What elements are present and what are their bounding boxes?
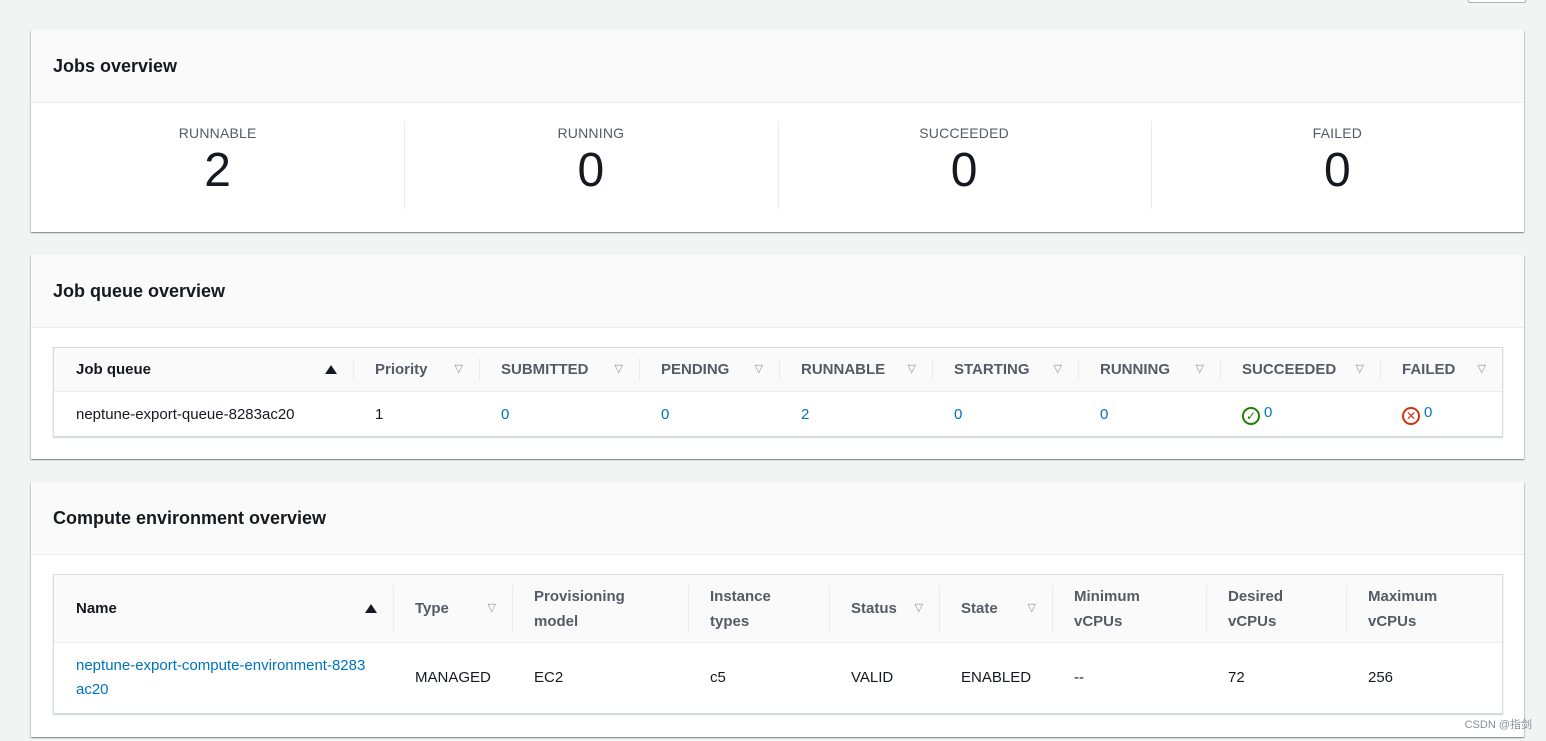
col-priority[interactable]: Priority ▽ [353,348,479,392]
col-label: Name [76,600,117,617]
sort-descending-icon[interactable]: ▽ [908,364,916,375]
col-label: STARTING [954,361,1030,378]
cell-type: MANAGED [415,669,491,686]
sort-ascending-icon[interactable] [325,365,337,374]
col-label: Desired vCPUs [1228,587,1284,630]
job-queue-overview-panel: Job queue overview Job queue Priority ▽ S… [31,255,1524,459]
col-maximum-vcpus: Maximum vCPUs [1346,575,1502,643]
x-circle-icon: ✕ [1402,406,1420,425]
col-provisioning-model: Provisioning model [512,575,688,643]
col-instance-types: Instance types [688,575,829,643]
col-submitted[interactable]: SUBMITTED ▽ [479,348,639,392]
col-label: Job queue [76,361,152,378]
running-link[interactable]: 0 [1100,406,1108,423]
stat-value: 2 [204,144,231,197]
watermark: CSDN @指剑 [1464,719,1532,731]
col-minimum-vcpus: Minimum vCPUs [1052,575,1206,643]
stat-failed: FAILED 0 [1150,103,1524,232]
stat-succeeded: SUCCEEDED 0 [777,103,1151,232]
table-header-row: Name Type ▽ Provisioning model Instance t… [54,575,1502,643]
succeeded-link[interactable]: 0 [1264,404,1272,421]
stat-running: RUNNING 0 [404,103,777,232]
col-label: SUBMITTED [501,361,589,378]
cell-job-queue: neptune-export-queue-8283ac20 [76,405,295,423]
runnable-link[interactable]: 2 [801,406,809,423]
stat-value: 0 [950,144,978,197]
col-name[interactable]: Name [54,575,393,643]
stat-value: 0 [577,144,605,197]
col-label: Minimum vCPUs [1074,587,1140,630]
sort-descending-icon[interactable]: ▽ [1196,364,1204,375]
table-row: neptune-export-queue-8283ac20 1 0 0 2 0 … [54,392,1502,437]
sort-descending-icon[interactable]: ▽ [615,364,623,375]
compute-environment-overview-panel: Compute environment overview Name Type ▽ … [31,482,1524,737]
col-label: Maximum vCPUs [1368,587,1438,630]
sort-descending-icon[interactable]: ▽ [915,603,923,614]
sort-descending-icon[interactable]: ▽ [1478,364,1486,375]
stat-value: 0 [1324,144,1351,197]
col-label: Priority [375,361,428,378]
col-starting[interactable]: STARTING ▽ [932,348,1078,392]
jobs-overview-title: Jobs overview [31,30,1524,103]
stat-runnable: RUNNABLE 2 [31,103,404,232]
col-label: State [961,600,998,617]
job-queue-table: Job queue Priority ▽ SUBMITTED ▽ PENDING ▽ … [53,347,1503,437]
cell-priority: 1 [375,405,384,423]
col-label: Status [851,600,897,617]
stat-label: RUNNING [557,125,625,141]
starting-link[interactable]: 0 [954,406,962,423]
col-label: Type [415,600,449,617]
jobs-overview-panel: Jobs overview RUNNABLE 2 RUNNING 0 SUCCE… [31,30,1524,232]
col-label: Provisioning model [534,587,625,630]
col-label: RUNNING [1100,361,1170,378]
compute-environment-name-link[interactable]: neptune-export-compute-environment-8283a… [76,654,366,702]
cell-status: VALID [851,669,894,686]
cell-maximum-vcpus: 256 [1368,669,1394,686]
stat-label: SUCCEEDED [919,125,1009,141]
cell-instance-types: c5 [710,669,726,686]
job-queue-overview-title: Job queue overview [31,255,1524,328]
sort-descending-icon[interactable]: ▽ [755,364,763,375]
col-label: Instance types [710,587,771,630]
sort-descending-icon[interactable]: ▽ [455,364,463,375]
top-right-button[interactable] [1468,0,1526,3]
sort-descending-icon[interactable]: ▽ [1054,364,1062,375]
col-job-queue[interactable]: Job queue [54,348,353,392]
table-row: neptune-export-compute-environment-8283a… [54,643,1502,714]
pending-link[interactable]: 0 [661,406,669,423]
sort-descending-icon[interactable]: ▽ [1028,603,1036,614]
col-label: SUCCEEDED [1242,361,1337,378]
col-label: PENDING [661,361,730,378]
check-circle-icon: ✓ [1242,406,1260,425]
col-running[interactable]: RUNNING ▽ [1078,348,1220,392]
col-status[interactable]: Status ▽ [829,575,939,643]
jobs-stats: RUNNABLE 2 RUNNING 0 SUCCEEDED 0 FAILED … [31,103,1524,232]
cell-provisioning-model: EC2 [534,669,564,686]
sort-ascending-icon[interactable] [365,604,377,613]
col-runnable[interactable]: RUNNABLE ▽ [779,348,932,392]
col-failed[interactable]: FAILED ▽ [1380,348,1502,392]
stat-label: FAILED [1312,125,1363,141]
compute-environment-table: Name Type ▽ Provisioning model Instance t… [53,574,1503,714]
col-state[interactable]: State ▽ [939,575,1052,643]
sort-descending-icon[interactable]: ▽ [1356,364,1364,375]
col-label: RUNNABLE [801,361,886,378]
submitted-link[interactable]: 0 [501,406,509,423]
col-pending[interactable]: PENDING ▽ [639,348,779,392]
cell-minimum-vcpus: -- [1074,669,1084,686]
cell-desired-vcpus: 72 [1228,669,1245,686]
col-succeeded[interactable]: SUCCEEDED ▽ [1220,348,1380,392]
failed-link[interactable]: 0 [1424,404,1432,421]
col-desired-vcpus: Desired vCPUs [1206,575,1346,643]
compute-environment-overview-title: Compute environment overview [31,482,1524,555]
cell-state: ENABLED [961,669,1032,686]
col-type[interactable]: Type ▽ [393,575,512,643]
stat-label: RUNNABLE [178,125,257,141]
table-header-row: Job queue Priority ▽ SUBMITTED ▽ PENDING ▽ … [54,348,1502,392]
sort-descending-icon[interactable]: ▽ [488,603,496,614]
col-label: FAILED [1402,361,1456,378]
